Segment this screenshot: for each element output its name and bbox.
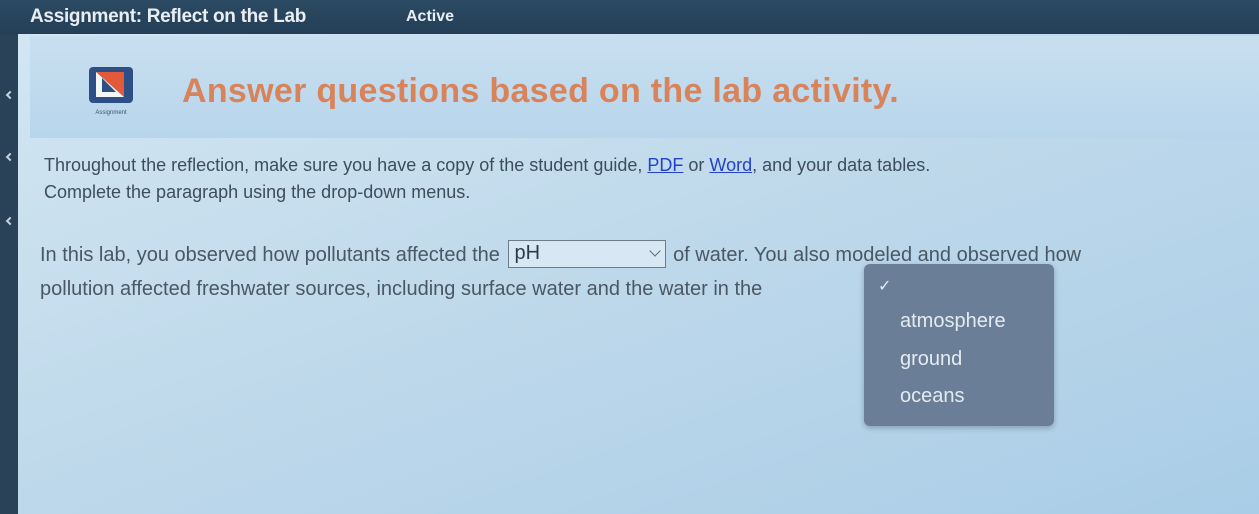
checkmark-icon[interactable]: ✓ [878,276,891,296]
logo-caption: Assignment [95,110,127,116]
paragraph-text: of water. You also modeled and observed … [673,244,1082,266]
option-ground[interactable]: ground [900,348,962,371]
instructions-text-end: , and your data tables. [752,155,931,175]
paragraph-line2: pollution affected freshwater sources, i… [40,278,763,300]
word-link[interactable]: Word [709,155,752,175]
chevron-down-icon [648,245,661,257]
top-bar: Assignment: Reflect on the Lab Active [0,0,1259,34]
ph-dropdown[interactable]: pH [507,239,666,268]
status-label: Active [406,8,455,25]
activity-header: Assignment Answer questions based on the… [30,36,1259,138]
left-rail [0,34,18,514]
instructions-text: Throughout the reflection, make sure you… [44,155,648,175]
instructions-or: or [683,155,710,175]
paragraph-text: In this lab, you observed how pollutants… [40,244,500,266]
instructions: Throughout the reflection, make sure you… [44,152,1234,206]
chevron-left-icon[interactable] [5,216,15,226]
pdf-link[interactable]: PDF [647,155,683,175]
page-heading: Answer questions based on the lab activi… [182,72,899,110]
chevron-left-icon[interactable] [5,90,15,100]
dropdown-menu: ✓ atmosphere ground oceans [864,264,1054,426]
content-panel: Assignment Answer questions based on the… [18,34,1259,514]
option-oceans[interactable]: oceans [900,385,965,408]
option-atmosphere[interactable]: atmosphere [900,310,1006,333]
chevron-left-icon[interactable] [5,152,15,162]
assignment-icon [89,67,133,103]
instructions-line2: Complete the paragraph using the drop-do… [44,182,471,202]
assignment-title: Assignment: Reflect on the Lab [30,6,307,27]
dropdown-value: pH [514,241,541,264]
question-paragraph: In this lab, you observed how pollutants… [40,238,1240,306]
